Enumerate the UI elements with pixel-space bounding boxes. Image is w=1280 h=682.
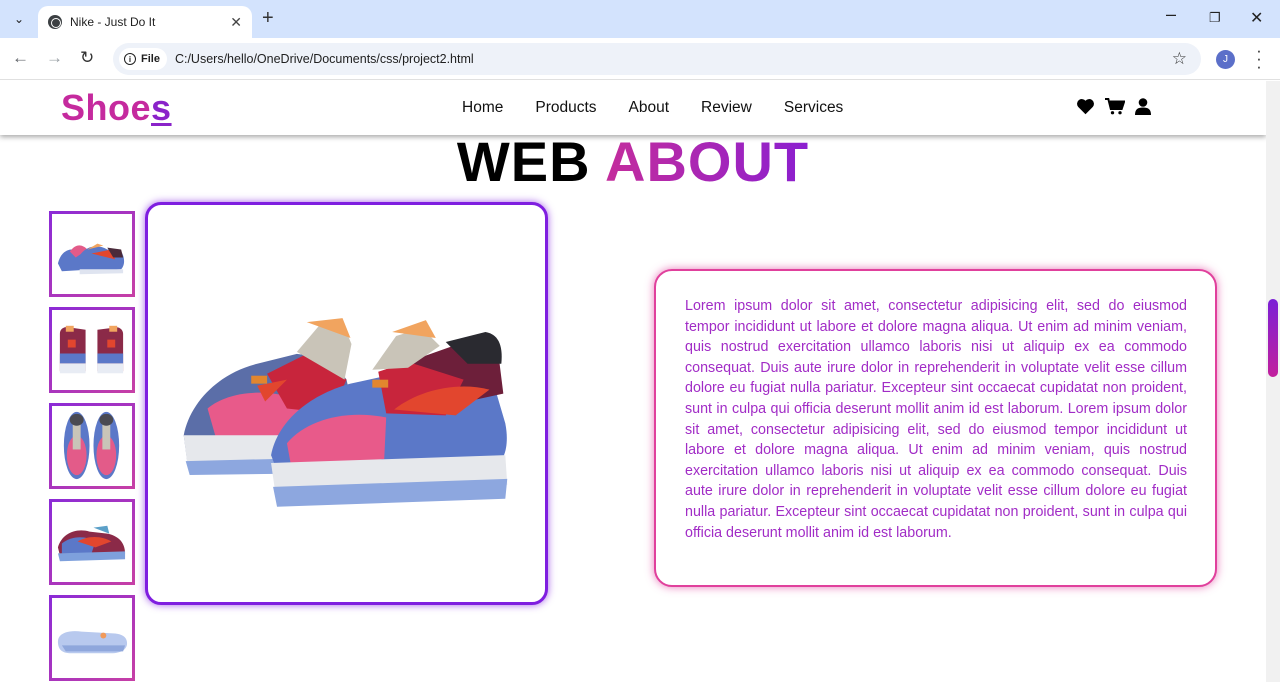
heading-word-about: ABOUT	[605, 130, 810, 193]
heart-icon[interactable]	[1076, 98, 1095, 120]
nav-link-about[interactable]: About	[629, 99, 670, 117]
new-tab-button[interactable]: +	[262, 8, 274, 28]
shoe-single-side-thumbnail[interactable]	[49, 499, 135, 585]
site-header: Shoes Home Products About Review Service…	[0, 81, 1266, 135]
site-info-label: File	[141, 53, 160, 65]
tab-search-button[interactable]: ⌄	[7, 7, 31, 31]
tab-title: Nike - Just Do It	[70, 15, 156, 29]
tab-close-icon[interactable]: ✕	[230, 14, 242, 31]
nav-link-products[interactable]: Products	[535, 99, 596, 117]
scrollbar-thumb[interactable]	[1268, 299, 1278, 377]
main-product-image	[145, 202, 548, 605]
nav-link-home[interactable]: Home	[462, 99, 503, 117]
logo-text-last: s	[151, 87, 172, 128]
header-icons	[1076, 98, 1151, 120]
browser-menu-icon[interactable]: · · ·	[1254, 42, 1264, 75]
globe-icon	[48, 15, 62, 29]
info-icon: i	[124, 53, 136, 65]
nav-link-services[interactable]: Services	[784, 99, 843, 117]
nav-link-review[interactable]: Review	[701, 99, 752, 117]
shoe-pair-back-thumbnail[interactable]	[49, 307, 135, 393]
browser-toolbar: ← → ↻ i File C:/Users/hello/OneDrive/Doc…	[0, 38, 1280, 80]
shoe-pair-top-thumbnail[interactable]	[49, 403, 135, 489]
profile-avatar[interactable]: J	[1216, 50, 1235, 69]
window-minimize-button[interactable]: –	[1166, 4, 1176, 25]
chevron-down-icon: ⌄	[13, 12, 25, 26]
thumbnail-list	[49, 211, 135, 682]
cart-icon[interactable]	[1105, 98, 1126, 120]
user-icon[interactable]	[1135, 98, 1151, 120]
back-arrow-icon[interactable]: ←	[12, 48, 29, 68]
shoe-pair-side-thumbnail[interactable]	[49, 211, 135, 297]
main-nav: Home Products About Review Services	[462, 99, 875, 117]
site-info-chip[interactable]: i File	[119, 48, 167, 70]
about-text: Lorem ipsum dolor sit amet, consectetur …	[685, 298, 1187, 541]
shoe-sole-thumbnail[interactable]	[49, 595, 135, 681]
address-bar[interactable]: i File C:/Users/hello/OneDrive/Documents…	[113, 43, 1201, 75]
reload-icon[interactable]: ↻	[80, 48, 94, 68]
page-heading: WEB ABOUT	[0, 129, 1266, 194]
bookmark-star-icon[interactable]: ☆	[1172, 49, 1187, 69]
browser-tab-active[interactable]: Nike - Just Do It ✕	[38, 6, 252, 38]
browser-tab-bar: ⌄ Nike - Just Do It ✕ + – ❐ ✕	[0, 0, 1280, 38]
logo-text-main: Shoe	[61, 87, 152, 128]
window-close-button[interactable]: ✕	[1250, 8, 1263, 28]
page-scrollbar[interactable]	[1266, 81, 1280, 682]
web-page: Shoes Home Products About Review Service…	[0, 81, 1266, 682]
forward-arrow-icon[interactable]: →	[46, 48, 63, 68]
heading-word-web: WEB	[456, 130, 591, 193]
window-restore-button[interactable]: ❐	[1209, 10, 1221, 26]
about-card: Lorem ipsum dolor sit amet, consectetur …	[654, 269, 1217, 587]
site-logo[interactable]: Shoes	[61, 87, 172, 129]
url-text[interactable]: C:/Users/hello/OneDrive/Documents/css/pr…	[175, 52, 1172, 66]
